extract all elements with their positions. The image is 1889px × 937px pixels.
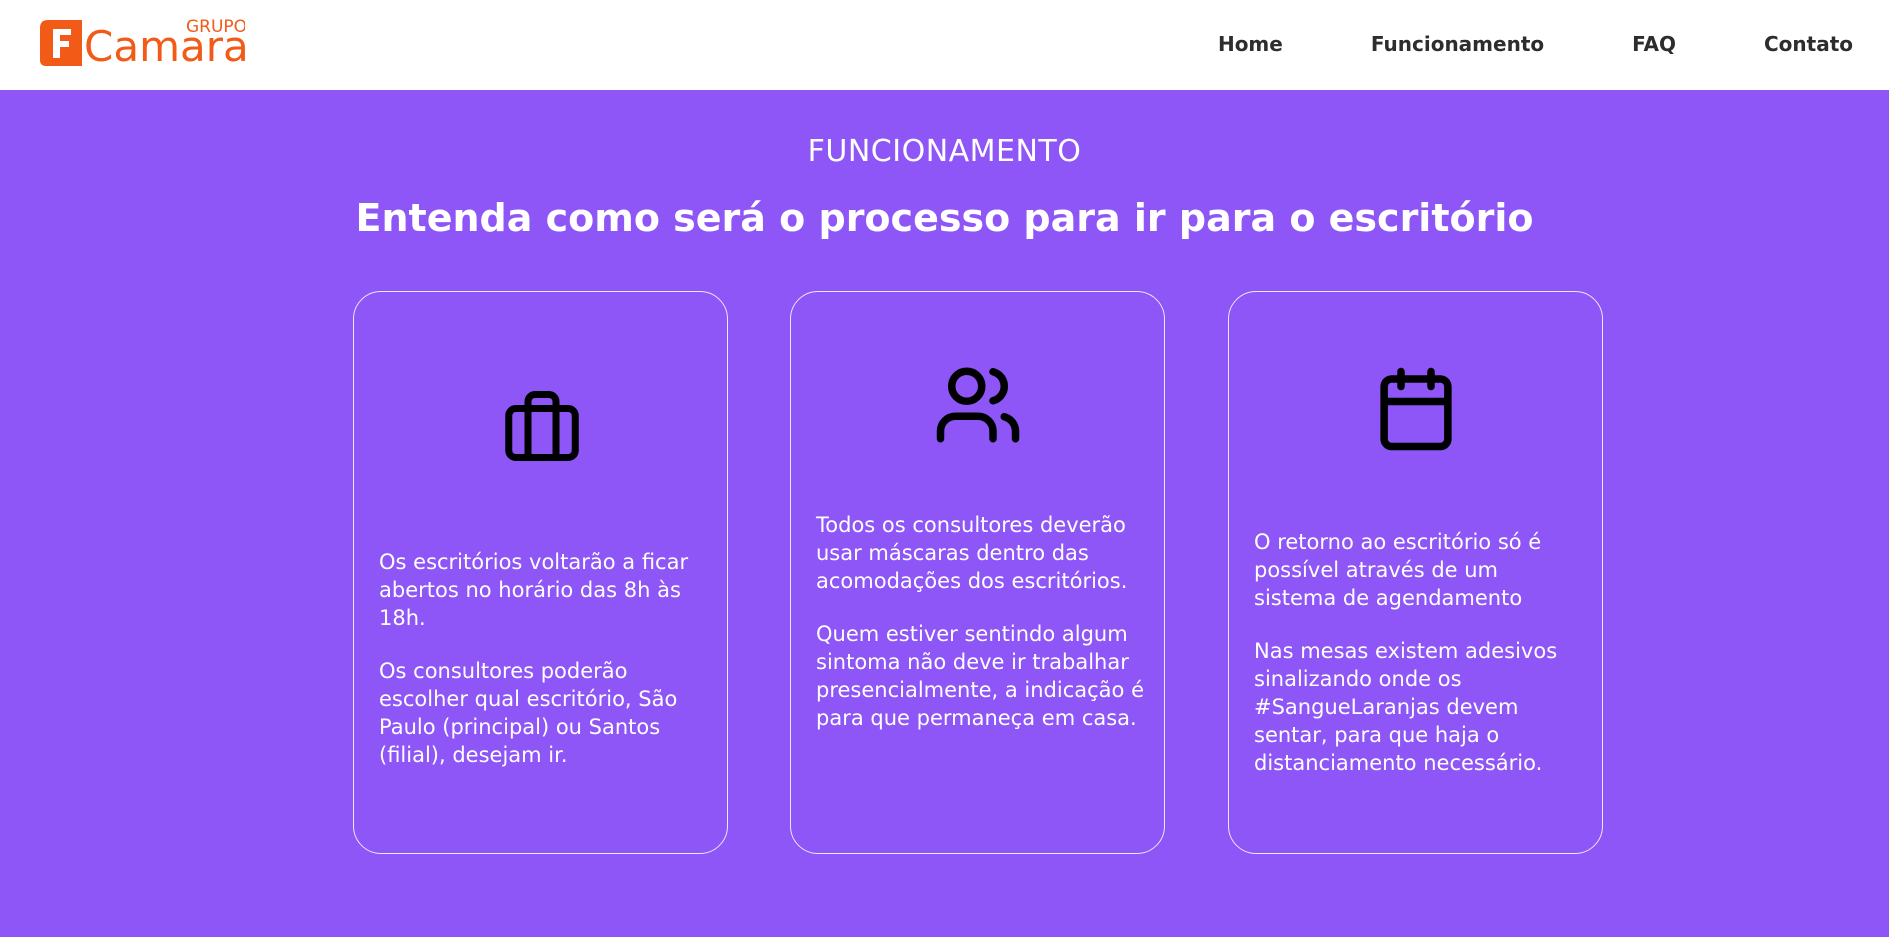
card-text: Os escritórios voltarão a ficar abertos … (379, 548, 709, 769)
calendar-icon (1380, 367, 1452, 451)
nav-link-home[interactable]: Home (1218, 30, 1283, 58)
nav-link-faq[interactable]: FAQ (1632, 30, 1676, 58)
card-paragraph: Os consultores poderão escolher qual esc… (379, 659, 678, 767)
card-text: Todos os consultores deverão usar máscar… (816, 511, 1146, 732)
card-paragraph: Os escritórios voltarão a ficar abertos … (379, 550, 689, 630)
briefcase-icon (505, 391, 579, 461)
info-card-mascaras: Todos os consultores deverão usar máscar… (790, 291, 1165, 854)
nav-link-contato[interactable]: Contato (1764, 30, 1853, 58)
card-paragraph: Quem estiver sentindo algum sintoma não … (816, 622, 1144, 730)
logo-prefix: GRUPO (186, 18, 245, 37)
card-paragraph: Todos os consultores deverão usar máscar… (816, 513, 1128, 593)
nav-link-funcionamento[interactable]: Funcionamento (1371, 30, 1544, 58)
info-card-agendamento: O retorno ao escritório só é possível at… (1228, 291, 1603, 854)
card-paragraph: Nas mesas existem adesivos sinalizando o… (1254, 639, 1558, 775)
grupo-camara-logo[interactable]: Camara GRUPO (40, 18, 245, 68)
logo-mark-icon (40, 20, 82, 66)
users-icon (936, 367, 1020, 443)
card-text: O retorno ao escritório só é possível at… (1254, 528, 1584, 777)
main-nav: Home Funcionamento FAQ Contato (1130, 30, 1853, 58)
section-heading: Entenda como será o processo para ir par… (355, 196, 1534, 240)
section-label: FUNCIONAMENTO (807, 134, 1082, 169)
top-navbar: Camara GRUPO Home Funcionamento FAQ Cont… (0, 0, 1889, 90)
card-paragraph: O retorno ao escritório só é possível at… (1254, 530, 1542, 610)
info-card-horario: Os escritórios voltarão a ficar abertos … (353, 291, 728, 854)
